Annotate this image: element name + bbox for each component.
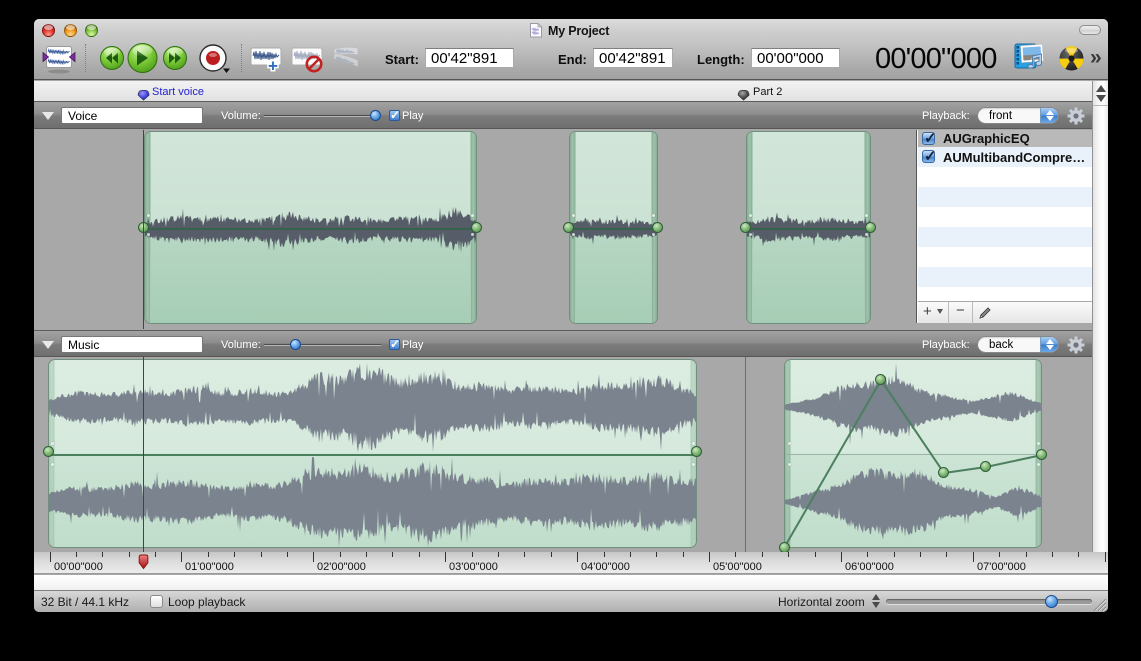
svg-text:+: + [268, 57, 278, 75]
